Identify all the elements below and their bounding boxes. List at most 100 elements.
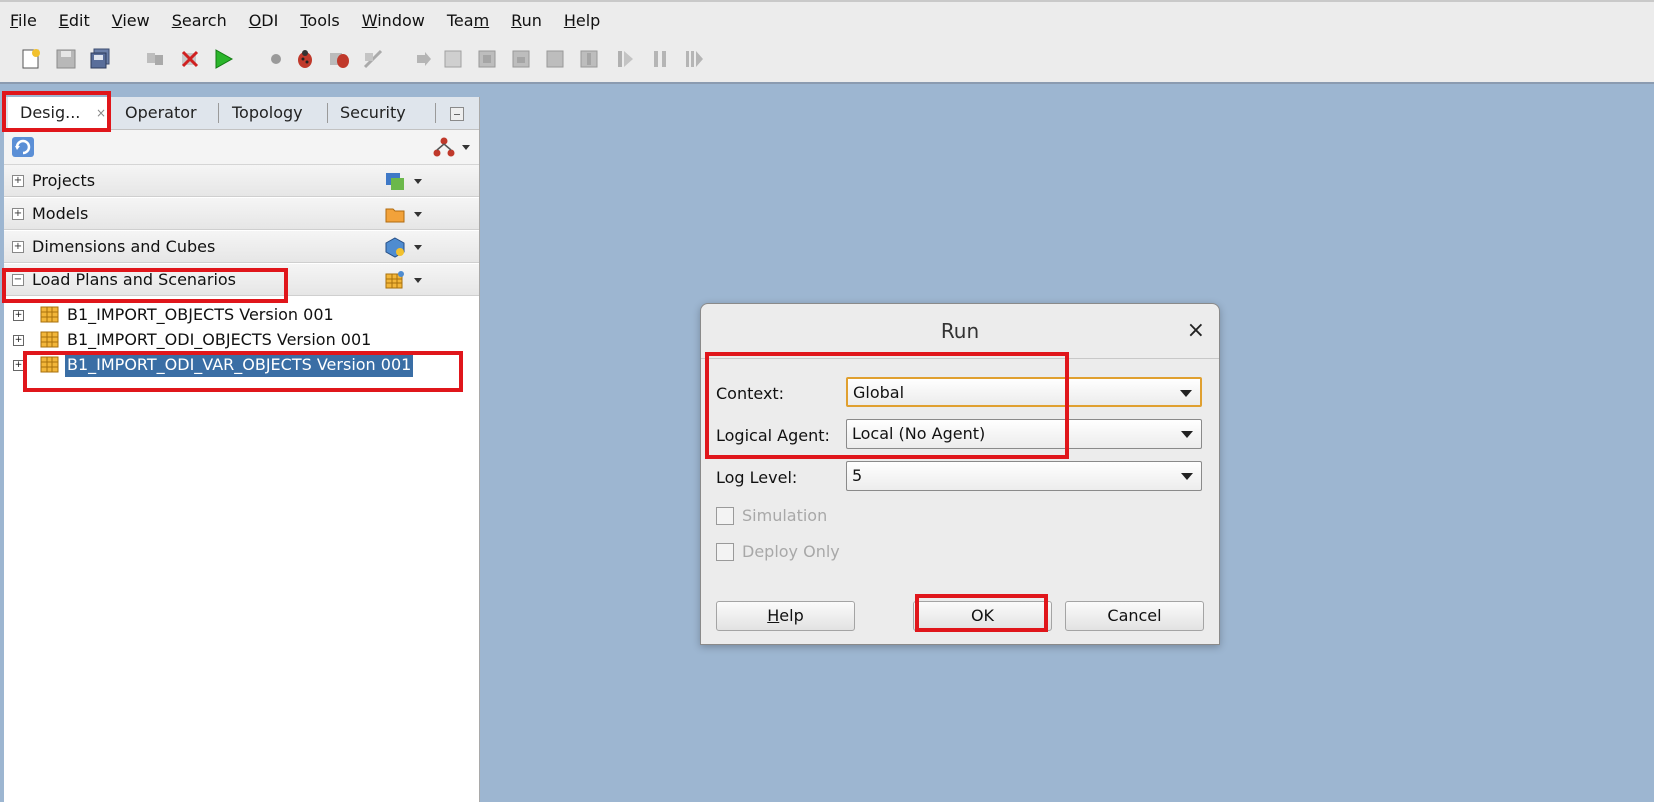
log-level-select[interactable]: 5 — [846, 461, 1202, 491]
menu-bar: File Edit View Search ODI Tools Window T… — [0, 0, 1654, 38]
chevron-down-icon[interactable] — [462, 145, 470, 150]
scenario-icon — [38, 330, 60, 350]
menu-window[interactable]: Window — [362, 11, 425, 30]
chevron-down-icon[interactable] — [414, 245, 422, 250]
clear-icon[interactable] — [360, 46, 386, 72]
tree-item-selected[interactable]: + B1_IMPORT_ODI_VAR_OBJECTS Version 001 — [10, 353, 440, 377]
menu-search[interactable]: Search — [172, 11, 227, 30]
expand-icon[interactable]: + — [12, 241, 24, 253]
chevron-down-icon — [1181, 473, 1193, 480]
log-level-label: Log Level: — [716, 468, 798, 487]
pause-icon[interactable] — [647, 46, 673, 72]
collapse-icon[interactable]: − — [12, 274, 24, 286]
tab-topology[interactable]: Topology — [232, 97, 303, 129]
tab-security[interactable]: Security — [340, 97, 406, 129]
toolbar — [0, 38, 1654, 84]
step-into-icon[interactable] — [440, 46, 466, 72]
tab-separator — [435, 103, 436, 123]
tree-item-label: B1_IMPORT_ODI_VAR_OBJECTS Version 001 — [65, 353, 414, 377]
tree-item-label: B1_IMPORT_OBJECTS Version 001 — [67, 305, 334, 324]
accordion-projects[interactable]: + Projects — [4, 165, 479, 197]
menu-odi[interactable]: ODI — [249, 11, 279, 30]
ok-button[interactable]: OK — [913, 601, 1052, 631]
cancel-button[interactable]: Cancel — [1065, 601, 1204, 631]
connect-navigator-icon[interactable] — [432, 135, 456, 159]
accordion-loadplans-label: Load Plans and Scenarios — [32, 270, 237, 289]
step-return-icon[interactable] — [542, 46, 568, 72]
navigator-tabs: Desig... × Operator Topology Security — [4, 97, 479, 130]
debug-session-icon[interactable] — [327, 46, 353, 72]
simulation-checkbox[interactable] — [716, 507, 734, 525]
chevron-down-icon — [1180, 390, 1192, 397]
cube-icon[interactable] — [384, 236, 406, 258]
expand-icon[interactable]: + — [13, 310, 24, 321]
context-value: Global — [853, 383, 905, 402]
accordion-dimensions[interactable]: + Dimensions and Cubes — [4, 231, 479, 263]
scenario-icon[interactable] — [384, 269, 406, 291]
tab-separator — [218, 103, 219, 123]
cut-icon[interactable] — [142, 46, 168, 72]
tab-designer[interactable]: Desig... × — [8, 97, 108, 129]
help-button[interactable]: Help — [716, 601, 855, 631]
debug-icon[interactable] — [292, 46, 318, 72]
close-icon[interactable]: × — [96, 97, 106, 129]
tab-operator[interactable]: Operator — [125, 97, 197, 129]
tree-item[interactable]: + B1_IMPORT_ODI_OBJECTS Version 001 — [10, 328, 430, 352]
navigator-toolbar — [4, 130, 479, 165]
logical-agent-select[interactable]: Local (No Agent) — [846, 419, 1202, 449]
stop-icon[interactable] — [263, 46, 289, 72]
minimize-icon[interactable] — [450, 107, 464, 121]
chevron-down-icon[interactable] — [414, 278, 422, 283]
scenario-icon — [38, 305, 60, 325]
accordion-loadplans[interactable]: − Load Plans and Scenarios — [4, 264, 479, 296]
expand-icon[interactable]: + — [13, 335, 24, 346]
step-out-icon[interactable] — [508, 46, 534, 72]
menu-view[interactable]: View — [112, 11, 150, 30]
run-icon[interactable] — [210, 46, 236, 72]
accordion-projects-label: Projects — [32, 171, 96, 190]
simulation-label: Simulation — [742, 506, 828, 525]
logical-agent-value: Local (No Agent) — [852, 424, 986, 443]
expand-icon[interactable]: + — [13, 360, 24, 371]
deploy-only-label: Deploy Only — [742, 542, 840, 561]
project-icon[interactable] — [384, 170, 406, 192]
close-icon[interactable]: × — [1187, 320, 1205, 342]
model-folder-icon[interactable] — [384, 203, 406, 225]
deploy-only-checkbox[interactable] — [716, 543, 734, 561]
tab-separator — [327, 103, 328, 123]
save-all-icon[interactable] — [87, 46, 113, 72]
scenario-icon — [38, 355, 60, 375]
navigator-panel: Desig... × Operator Topology Security + … — [4, 97, 480, 802]
menu-team[interactable]: Team — [447, 11, 489, 30]
step-over-icon[interactable] — [474, 46, 500, 72]
run-dialog: Run × Context: Global Logical Agent: Loc… — [700, 303, 1220, 645]
resume-icon[interactable] — [681, 46, 707, 72]
step-icon[interactable] — [410, 46, 436, 72]
accordion-models-label: Models — [32, 204, 89, 223]
new-icon[interactable] — [18, 46, 44, 72]
save-icon[interactable] — [53, 46, 79, 72]
expand-icon[interactable]: + — [12, 175, 24, 187]
refresh-icon[interactable] — [10, 134, 36, 160]
context-select[interactable]: Global — [846, 377, 1202, 407]
accordion-dimensions-label: Dimensions and Cubes — [32, 237, 216, 256]
logical-agent-label: Logical Agent: — [716, 426, 830, 445]
menu-edit[interactable]: Edit — [59, 11, 90, 30]
chevron-down-icon[interactable] — [414, 212, 422, 217]
chevron-down-icon[interactable] — [414, 179, 422, 184]
step-next-icon[interactable] — [576, 46, 602, 72]
menu-file[interactable]: File — [10, 11, 37, 30]
expand-icon[interactable]: + — [12, 208, 24, 220]
log-level-value: 5 — [852, 466, 863, 485]
tree-item[interactable]: + B1_IMPORT_OBJECTS Version 001 — [10, 303, 430, 327]
menu-run[interactable]: Run — [511, 11, 542, 30]
delete-icon[interactable] — [177, 46, 203, 72]
accordion-models[interactable]: + Models — [4, 198, 479, 230]
menu-help[interactable]: Help — [564, 11, 600, 30]
context-label: Context: — [716, 384, 785, 403]
dialog-title: Run — [701, 304, 1219, 359]
chevron-down-icon — [1181, 431, 1193, 438]
tree-item-label: B1_IMPORT_ODI_OBJECTS Version 001 — [67, 330, 372, 349]
menu-tools[interactable]: Tools — [300, 11, 339, 30]
step-end-icon[interactable] — [612, 46, 638, 72]
